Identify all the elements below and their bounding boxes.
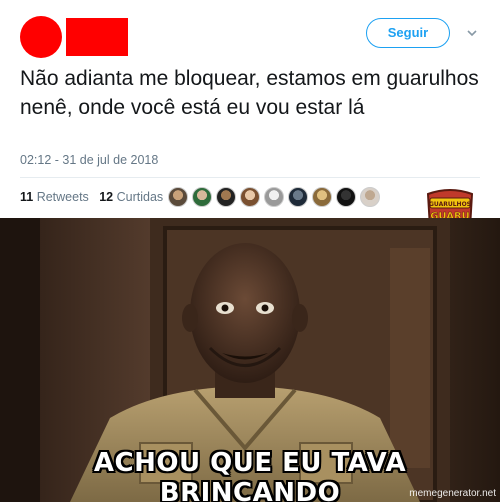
redacted-avatar (20, 16, 62, 58)
liker-avatar[interactable] (312, 187, 332, 207)
meme-watermark: memegenerator.net (409, 488, 496, 499)
redacted-username (66, 18, 128, 56)
divider (20, 177, 480, 178)
tweet-text: Não adianta me bloquear, estamos em guar… (20, 67, 479, 119)
tweet-timestamp[interactable]: 02:12 - 31 de jul de 2018 (20, 153, 158, 167)
meme-image: ACHOU QUE EU TAVA BRINCANDO memegenerato… (0, 218, 500, 502)
liker-avatar[interactable] (192, 187, 212, 207)
liker-avatar[interactable] (360, 187, 380, 207)
liker-avatar[interactable] (336, 187, 356, 207)
retweets-count[interactable]: 11 (20, 190, 33, 204)
chevron-down-icon[interactable] (466, 27, 478, 39)
tweet-card: Seguir Não adianta me bloquear, estamos … (0, 0, 500, 240)
tweet-stats: 11 Retweets 12 Curtidas (20, 190, 163, 204)
likes-label[interactable]: Curtidas (117, 190, 164, 204)
liker-avatar[interactable] (264, 187, 284, 207)
svg-text:GUARULHOS: GUARULHOS (429, 201, 471, 208)
follow-button[interactable]: Seguir (366, 18, 450, 48)
liker-avatar[interactable] (216, 187, 236, 207)
liker-avatar[interactable] (240, 187, 260, 207)
liker-avatar[interactable] (288, 187, 308, 207)
likes-count[interactable]: 12 (99, 190, 113, 204)
liker-avatars (168, 187, 380, 207)
retweets-label[interactable]: Retweets (37, 190, 89, 204)
liker-avatar[interactable] (168, 187, 188, 207)
